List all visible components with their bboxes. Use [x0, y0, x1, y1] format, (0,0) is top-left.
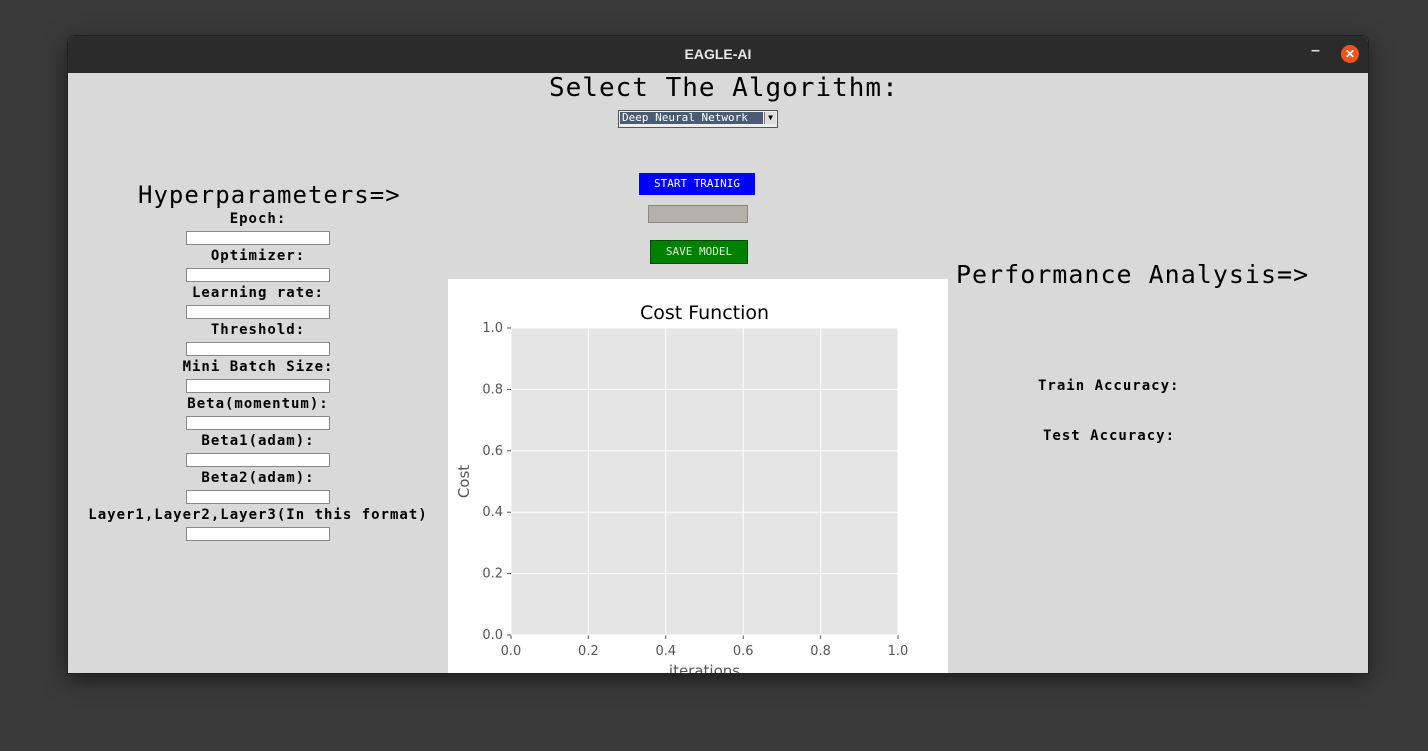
algorithm-selected-value: Deep Neural Network: [620, 112, 763, 124]
train-accuracy-label: Train Accuracy:: [1038, 378, 1180, 394]
param-input[interactable]: [186, 305, 330, 319]
param-label: Beta(momentum):: [187, 396, 329, 412]
x-tick-label: 0.2: [578, 644, 599, 659]
param-input[interactable]: [186, 527, 330, 541]
x-tick-label: 1.0: [888, 644, 909, 659]
chart-title: Cost Function: [640, 302, 769, 324]
algorithm-heading: Select The Algorithm:: [549, 73, 899, 103]
hyperparameters-heading: Hyperparameters=>: [138, 181, 401, 209]
window-title: EAGLE-AI: [684, 46, 752, 62]
cost-chart: 0.0 0.2 0.4 0.6 0.8 1.0 0.0 0.2 0.4 0.6 0.8 1.0 Cost…: [448, 279, 948, 673]
param-input[interactable]: [186, 490, 330, 504]
param-label: Threshold:: [210, 322, 306, 338]
y-tick-label: 0.2: [482, 567, 503, 582]
app-window: EAGLE-AI – ✕ Select The Algorithm: Deep …: [68, 36, 1368, 673]
param-label: Beta1(adam):: [201, 433, 315, 449]
x-tick-label: 0.4: [655, 644, 676, 659]
y-tick-label: 0.8: [482, 382, 503, 397]
param-label: Epoch:: [229, 211, 287, 227]
param-input[interactable]: [186, 379, 330, 393]
param-input[interactable]: [186, 453, 330, 467]
performance-heading: Performance Analysis=>: [956, 260, 1310, 289]
param-label: Layer1,Layer2,Layer3(In this format): [88, 507, 428, 523]
close-icon[interactable]: ✕: [1341, 45, 1359, 63]
x-tick-label: 0.6: [733, 644, 754, 659]
x-tick-label: 0.8: [810, 644, 831, 659]
param-label: Learning rate:: [191, 285, 324, 301]
param-input[interactable]: [186, 416, 330, 430]
save-model-button[interactable]: SAVE MODEL: [650, 240, 748, 264]
y-axis-label: Cost: [455, 465, 473, 498]
param-label: Mini Batch Size:: [182, 359, 334, 375]
chevron-down-icon[interactable]: ▼: [764, 112, 776, 124]
training-progress-bar: [648, 205, 748, 223]
cost-chart-svg: 0.0 0.2 0.4 0.6 0.8 1.0 0.0 0.2 0.4 0.6 0.8 1.0 Cost…: [455, 302, 909, 673]
param-input[interactable]: [186, 231, 330, 245]
start-training-button[interactable]: START TRAINIG: [639, 173, 755, 195]
y-tick-label: 0.0: [482, 628, 503, 643]
title-bar: EAGLE-AI – ✕: [68, 36, 1368, 73]
param-input[interactable]: [186, 268, 330, 282]
y-tick-label: 0.6: [482, 444, 503, 459]
main-content: Select The Algorithm: Deep Neural Networ…: [68, 73, 1368, 673]
plot-area: [511, 328, 898, 635]
algorithm-select[interactable]: Deep Neural Network ▼: [618, 110, 778, 128]
test-accuracy-label: Test Accuracy:: [1043, 428, 1176, 444]
x-tick-label: 0.0: [501, 644, 522, 659]
minimize-icon[interactable]: –: [1311, 42, 1320, 60]
param-label: Beta2(adam):: [201, 470, 315, 486]
x-axis-label: iterations: [669, 662, 740, 673]
param-input[interactable]: [186, 342, 330, 356]
y-tick-label: 1.0: [482, 321, 503, 336]
y-tick-label: 0.4: [482, 505, 503, 520]
param-label: Optimizer:: [210, 248, 306, 264]
